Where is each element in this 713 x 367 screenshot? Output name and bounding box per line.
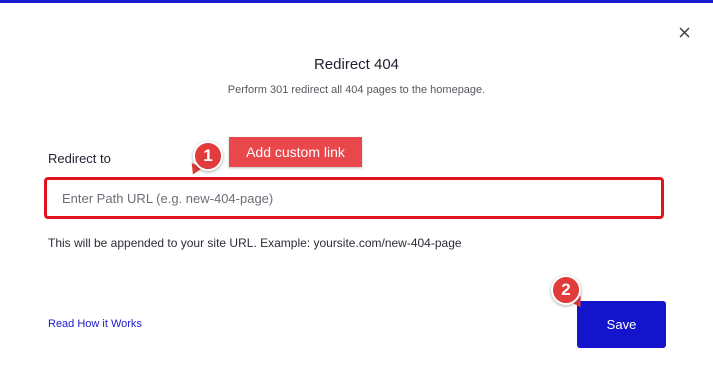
redirect-path-input[interactable]	[47, 180, 661, 216]
modal-subtitle: Perform 301 redirect all 404 pages to th…	[227, 84, 486, 96]
read-how-it-works-link[interactable]: Read How it Works	[48, 318, 142, 330]
redirect-to-label: Redirect to	[48, 151, 111, 166]
close-icon	[679, 27, 689, 37]
modal-top-accent-bar	[0, 0, 713, 3]
save-button[interactable]: Save	[577, 301, 666, 348]
close-button[interactable]	[674, 22, 694, 42]
helper-text: This will be appended to your site URL. …	[48, 236, 462, 250]
redirect-path-field-highlight	[44, 177, 664, 219]
add-custom-link-callout: Add custom link	[229, 137, 362, 167]
modal-title: Redirect 404	[313, 56, 400, 73]
step-2-badge: 2	[551, 275, 581, 305]
redirect-404-modal: Redirect 404 Perform 301 redirect all 40…	[0, 0, 713, 367]
step-1-badge: 1	[193, 141, 223, 171]
